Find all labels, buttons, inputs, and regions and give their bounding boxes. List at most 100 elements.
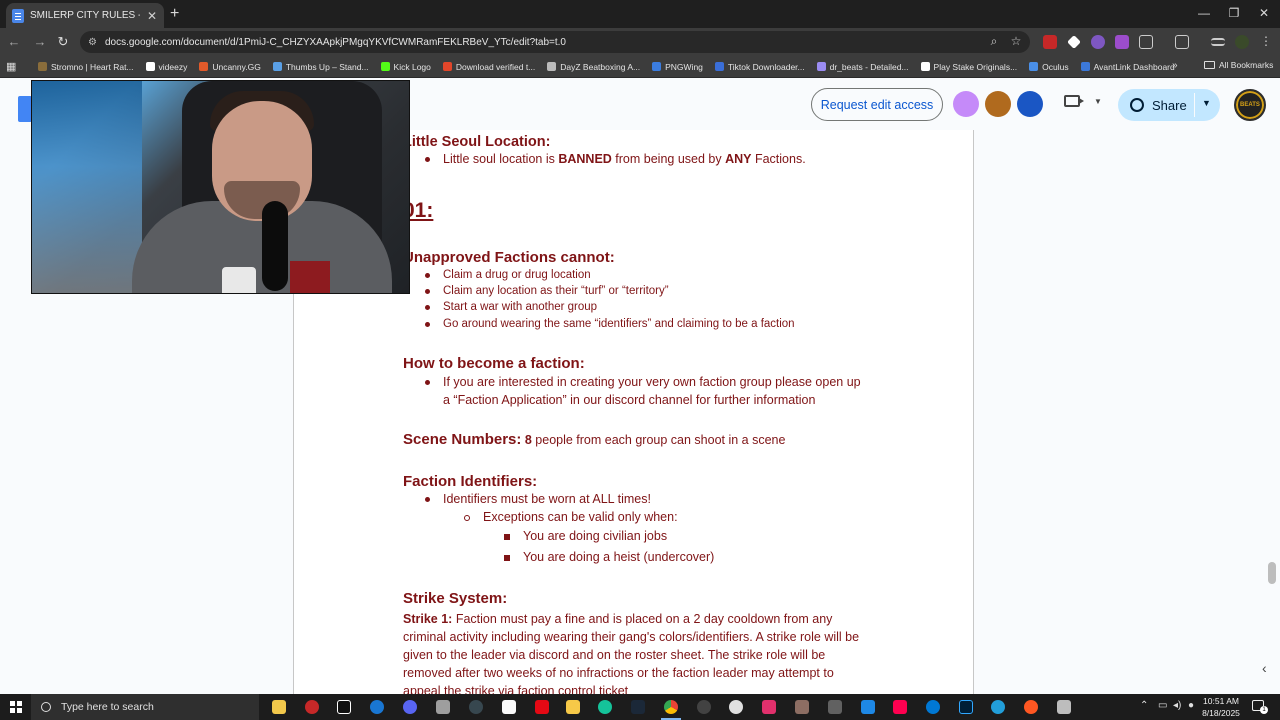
bullet (425, 289, 430, 294)
microphone-icon[interactable]: ● (1188, 700, 1194, 711)
profile-avatar[interactable] (1235, 35, 1249, 49)
notepad-icon[interactable] (502, 700, 516, 714)
reading-list-icon[interactable] (1211, 38, 1225, 46)
windows-start-icon[interactable] (10, 701, 22, 713)
bookmark-item[interactable]: Uncanny.GG (199, 62, 261, 72)
telegram-icon[interactable] (991, 700, 1005, 714)
bookmark-favicon-icon (1029, 62, 1039, 71)
app-icon[interactable] (469, 700, 483, 714)
site-info-icon[interactable]: ⚙ (88, 37, 97, 48)
bookmark-favicon-icon (272, 62, 282, 71)
extension-icon[interactable] (1091, 35, 1105, 49)
reload-icon[interactable]: ↻ (55, 34, 71, 50)
meet-button[interactable]: ▼ (1064, 95, 1102, 107)
forward-icon[interactable]: → (32, 34, 48, 49)
chrome-icon[interactable] (664, 700, 678, 714)
list-item: Go around wearing the same “identifiers”… (443, 318, 795, 330)
collaborator-avatar[interactable] (1017, 91, 1043, 117)
bullet (425, 305, 430, 310)
bookmark-label: Uncanny.GG (212, 61, 261, 72)
request-edit-access-button[interactable]: Request edit access (811, 88, 943, 121)
browser-tab-active[interactable]: SMILERP CITY RULES - Google ✕ (6, 3, 164, 28)
minimize-button[interactable]: — (1194, 6, 1214, 20)
bullet (425, 380, 430, 385)
tiktok-studio-icon[interactable] (893, 700, 907, 714)
bookmark-favicon-icon (816, 62, 826, 71)
app-icon[interactable] (1024, 700, 1038, 714)
instagram-icon[interactable] (762, 700, 776, 714)
extension-icon[interactable] (1115, 35, 1129, 49)
address-bar[interactable]: ⚙ docs.google.com/document/d/1PmiJ-C_CHZ… (80, 31, 1030, 53)
bookmark-item[interactable]: Download verified t... (442, 61, 536, 72)
steam-icon[interactable] (631, 700, 645, 714)
volume-icon[interactable]: ◂) (1173, 700, 1181, 711)
bookmark-item[interactable]: Thumbs Up – Stand... (272, 62, 369, 72)
tiktok-icon[interactable] (337, 700, 351, 714)
extensions-puzzle-icon[interactable] (1139, 35, 1153, 49)
scene-numbers: Scene Numbers: 8 people from each group … (403, 431, 786, 448)
restore-button[interactable]: ❐ (1224, 6, 1244, 20)
app-icon[interactable] (828, 700, 842, 714)
extension-icon[interactable] (1043, 35, 1057, 49)
strike-paragraph-line: Strike 1: Faction must pay a fine and is… (403, 612, 833, 626)
docs-logo-icon[interactable] (18, 96, 32, 122)
app-icon[interactable] (566, 700, 580, 714)
new-tab-button[interactable]: + (170, 5, 179, 23)
app-icon[interactable] (305, 700, 319, 714)
app-icon[interactable] (795, 700, 809, 714)
close-window-button[interactable]: ✕ (1254, 6, 1274, 20)
discord-icon[interactable] (403, 700, 417, 714)
bookmark-item[interactable]: Oculus (1029, 62, 1069, 72)
all-bookmarks-button[interactable]: All Bookmarks (1204, 60, 1273, 70)
bookmark-item[interactable]: Play Stake Originals... (920, 62, 1017, 72)
taskbar-clock[interactable]: 10:51 AM 8/18/2025 (1198, 695, 1244, 719)
sidepanel-icon[interactable] (1175, 35, 1189, 49)
photoshop-icon[interactable] (959, 700, 973, 714)
bookmark-label: videezy (158, 61, 188, 72)
bookmarks-overflow-icon[interactable]: » (1172, 60, 1178, 71)
bookmark-item[interactable]: Tiktok Downloader... (714, 62, 805, 72)
app-icon[interactable] (861, 700, 875, 714)
user-avatar[interactable]: BEATS (1234, 89, 1266, 121)
bookmark-star-icon[interactable]: ☆ (1008, 34, 1024, 48)
bookmark-item[interactable]: DayZ Beatboxing A... (547, 62, 640, 72)
app-icon[interactable] (1057, 700, 1071, 714)
extension-icon[interactable] (1067, 35, 1081, 49)
google-docs-icon (12, 8, 24, 23)
menu-dots-icon[interactable]: ⋮ (1258, 34, 1274, 48)
collaborator-avatar[interactable] (985, 91, 1011, 117)
file-explorer-icon[interactable] (272, 700, 286, 714)
bookmark-label: Download verified t... (455, 61, 536, 72)
back-icon[interactable]: ← (6, 34, 22, 49)
tab-close-icon[interactable]: ✕ (146, 9, 158, 23)
bookmark-item[interactable]: Kick Logo (380, 62, 431, 72)
webcam-microphone (262, 201, 288, 291)
bookmark-label: PNGWing (665, 61, 703, 72)
collaborator-avatar[interactable] (953, 91, 979, 117)
zoom-icon[interactable]: ⌕ (986, 34, 1002, 49)
grammarly-icon[interactable] (598, 700, 612, 714)
taskbar-search-box[interactable]: Type here to search (31, 694, 259, 720)
share-button[interactable]: Share ▼ (1118, 89, 1220, 121)
bookmark-item[interactable]: PNGWing (652, 62, 703, 72)
screen: SMILERP CITY RULES - Google ✕ + — ❐ ✕ ← … (0, 0, 1280, 720)
netflix-icon[interactable] (535, 700, 549, 714)
app-icon[interactable] (436, 700, 450, 714)
app-icon[interactable] (697, 700, 711, 714)
apps-grid-icon[interactable]: ▦ (6, 60, 24, 73)
edge-icon[interactable] (926, 700, 940, 714)
list-item-continuation: a “Faction Application” in our discord c… (443, 393, 816, 407)
tray-overflow-icon[interactable]: ⌃ (1140, 700, 1148, 711)
bookmark-item[interactable]: Stromno | Heart Rat... (38, 62, 134, 72)
tab-title: SMILERP CITY RULES - Google (30, 10, 140, 21)
bookmark-item[interactable]: AvantLink Dashboard (1080, 62, 1175, 72)
share-dropdown-icon[interactable]: ▼ (1202, 98, 1211, 108)
network-icon[interactable]: ▭ (1158, 700, 1167, 711)
bookmark-item[interactable]: dr_beats - Detailed... (816, 62, 909, 72)
bookmark-item[interactable]: videezy (145, 61, 188, 72)
vertical-scrollbar[interactable] (1268, 562, 1276, 584)
all-bookmarks-label: All Bookmarks (1219, 60, 1274, 70)
app-icon[interactable] (729, 700, 743, 714)
app-icon[interactable] (370, 700, 384, 714)
side-panel-toggle-icon[interactable]: ‹ (1262, 660, 1267, 676)
